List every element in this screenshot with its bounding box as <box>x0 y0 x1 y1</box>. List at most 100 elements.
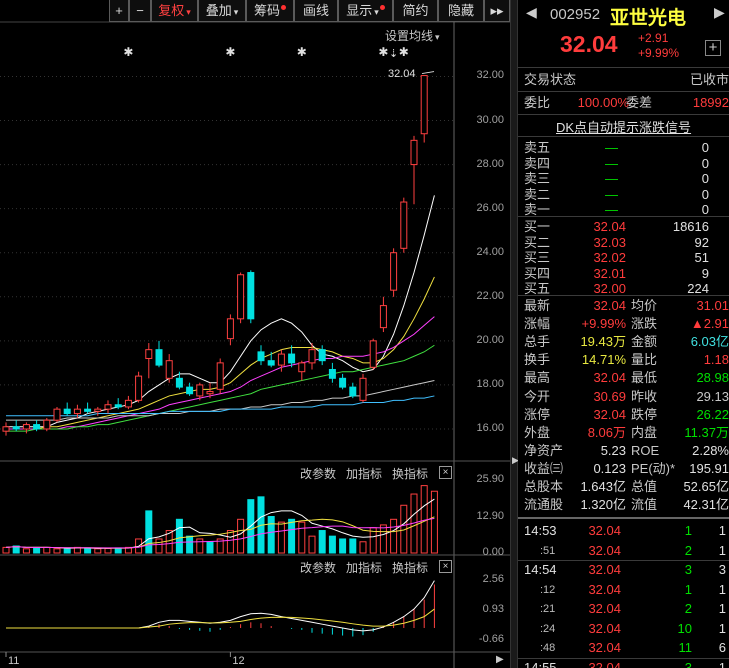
yincang-button[interactable]: 隐藏 <box>438 0 484 22</box>
volume-bar <box>43 546 51 554</box>
stat-label: 总值 <box>631 479 658 494</box>
candle-body <box>165 360 173 379</box>
candle <box>410 135 418 205</box>
stat-label: 净资产 <box>524 442 564 458</box>
vol-switch-indicator-button[interactable]: 换指标 <box>392 465 428 482</box>
ma-setting-label: 设置均线 <box>385 29 434 43</box>
tick-volume: 11 <box>678 640 693 655</box>
fuquan-button[interactable]: 复权 ▾ <box>151 0 198 22</box>
stat-value: 1.18 <box>703 352 729 368</box>
ma-setting-button[interactable]: 设置均线 ▾ <box>385 27 440 44</box>
chouma-label: 筹码 <box>253 3 280 18</box>
chart-canvas[interactable]: ✱ ✱ ✱ ✱ ✱⇣ <box>0 0 510 668</box>
macd-add-indicator-button[interactable]: 加指标 <box>346 559 382 576</box>
volume-bar <box>145 510 153 554</box>
kline-chart-area[interactable]: ✱ ✱ ✱ ✱ ✱ ⇣ + − 复权 ▾ 叠加 ▾ 筹码 画线 显示 ▾ 简约 隐藏 ▸▸ 设置… <box>0 0 510 668</box>
candle <box>145 343 153 379</box>
macd-switch-indicator-button[interactable]: 换指标 <box>392 559 428 576</box>
candle <box>53 406 61 423</box>
stat-label: 均价 <box>631 298 658 313</box>
candle-body <box>277 353 285 366</box>
add-watchlist-button[interactable]: + <box>705 40 721 56</box>
diejia-label: 叠加 <box>205 3 232 18</box>
candle <box>298 360 306 381</box>
candle-body <box>288 353 296 364</box>
dk-signal-link[interactable]: DK点自动提示涨跌信号 <box>556 117 691 136</box>
stat-value: 1.643亿 <box>580 479 626 494</box>
volume-bar <box>175 518 183 554</box>
volume-axis-label: 0.00 <box>482 546 504 558</box>
event-star-icon: ✱ <box>378 45 388 59</box>
volume-bar <box>114 547 122 554</box>
candle-body <box>12 426 20 430</box>
vol-add-indicator-button[interactable]: 加指标 <box>346 465 382 482</box>
diejia-button[interactable]: 叠加 ▾ <box>198 0 246 22</box>
tick-price: 32.04 <box>588 523 621 538</box>
candle <box>155 340 163 368</box>
jianyue-button[interactable]: 简约 <box>393 0 438 22</box>
candle <box>369 338 377 370</box>
stat-value: 32.04 <box>593 406 626 422</box>
volume-bar <box>359 541 367 554</box>
tick-count: 1 <box>718 523 726 538</box>
stat-row: 外盘 8.06万 内盘 11.37万 <box>518 424 729 442</box>
x-axis-label: 12 <box>232 655 245 667</box>
candle-body <box>114 404 122 408</box>
vol-param-button[interactable]: 改参数 <box>300 465 336 482</box>
candle <box>165 354 173 383</box>
candle <box>400 197 408 253</box>
zoom-in-button[interactable]: + <box>109 0 129 22</box>
stat-label: 今开 <box>524 388 551 404</box>
stat-row: 流通股 1.320亿 流值 42.31亿 <box>518 496 729 514</box>
tick-row: :24 32.04 10 1 <box>518 620 729 638</box>
quote-panel: ◀ 002952 亚世光电 ▶ 32.04 +2.91 +9.99% + 交易状… <box>518 0 729 668</box>
stat-value: 19.43万 <box>580 334 626 350</box>
panel-divider[interactable]: ▶ <box>510 0 519 668</box>
stat-label: 流通股 <box>524 497 564 513</box>
next-stock-icon[interactable]: ▶ <box>714 4 725 21</box>
volume-bar <box>379 524 387 554</box>
tick-count: 1 <box>718 659 726 668</box>
zoom-out-button[interactable]: − <box>129 0 151 22</box>
tick-volume: 10 <box>677 620 692 636</box>
macd-close-icon[interactable]: × <box>439 560 452 573</box>
candle-body <box>318 349 326 362</box>
stat-value: 31.01 <box>696 298 729 313</box>
chouma-button[interactable]: 筹码 <box>246 0 294 22</box>
prev-stock-icon[interactable]: ◀ <box>526 4 537 21</box>
tick-count: 6 <box>718 640 726 655</box>
tick-count: 1 <box>718 581 726 597</box>
stat-value: ▲2.91 <box>690 316 729 332</box>
volume-bar <box>308 535 316 554</box>
candle-body <box>339 377 347 388</box>
tick-time: :51 <box>540 544 556 557</box>
more-arrows-icon[interactable]: ▸▸ <box>484 0 510 22</box>
candle-body <box>135 375 143 401</box>
fuquan-label: 复权 <box>158 3 185 18</box>
candle <box>12 420 20 432</box>
stat-value: 0.123 <box>593 460 626 476</box>
candle <box>318 345 326 366</box>
tick-count: 1 <box>718 601 726 616</box>
scroll-right-icon[interactable]: ▶ <box>496 654 504 665</box>
stat-value: 42.31亿 <box>683 497 729 513</box>
price-change-pct: +9.99% <box>638 46 680 60</box>
candle-body <box>22 424 30 430</box>
tick-time: 14:53 <box>524 523 557 538</box>
tick-row: 14:55 32.04 3 1 <box>518 659 729 668</box>
xianshi-button[interactable]: 显示 ▾ <box>338 0 393 22</box>
tick-volume: 1 <box>684 523 692 538</box>
macd-param-button[interactable]: 改参数 <box>300 559 336 576</box>
stat-label: 涨跌 <box>631 316 658 332</box>
vol-close-icon[interactable]: × <box>439 466 452 479</box>
notification-dot-icon <box>281 5 286 10</box>
candle-body <box>206 391 214 395</box>
stat-row: 涨幅 +9.99% 涨跌 ▲2.91 <box>518 315 729 333</box>
event-star-icon: ✱ <box>399 45 409 59</box>
stat-value: 29.13 <box>696 388 729 404</box>
stat-row: 收益㈢ 0.123 PE(动)* 195.91 <box>518 460 729 478</box>
huaxian-button[interactable]: 画线 <box>294 0 338 22</box>
price-axis-label: 20.00 <box>476 333 504 346</box>
down-arrow-icon: ⇣ <box>389 48 398 60</box>
volume-bar <box>226 530 234 554</box>
